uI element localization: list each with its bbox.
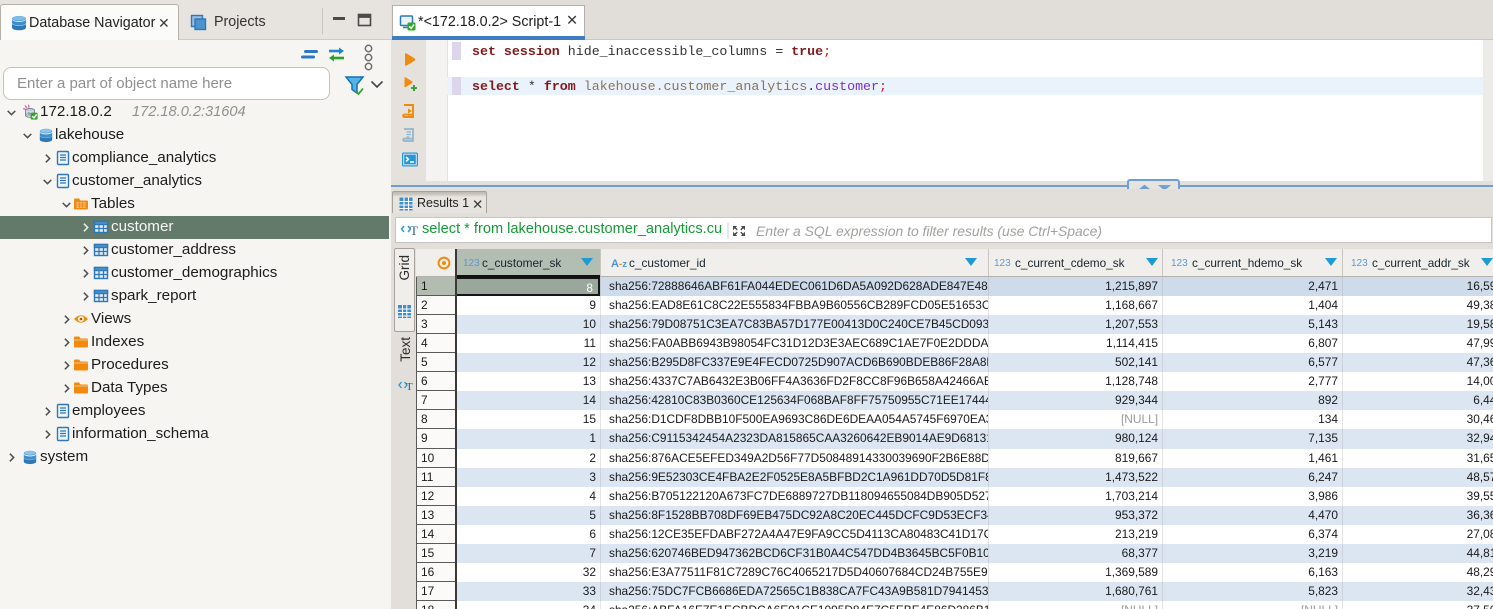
svg-text:T: T [410,223,418,238]
svg-text:T: T [406,381,413,393]
